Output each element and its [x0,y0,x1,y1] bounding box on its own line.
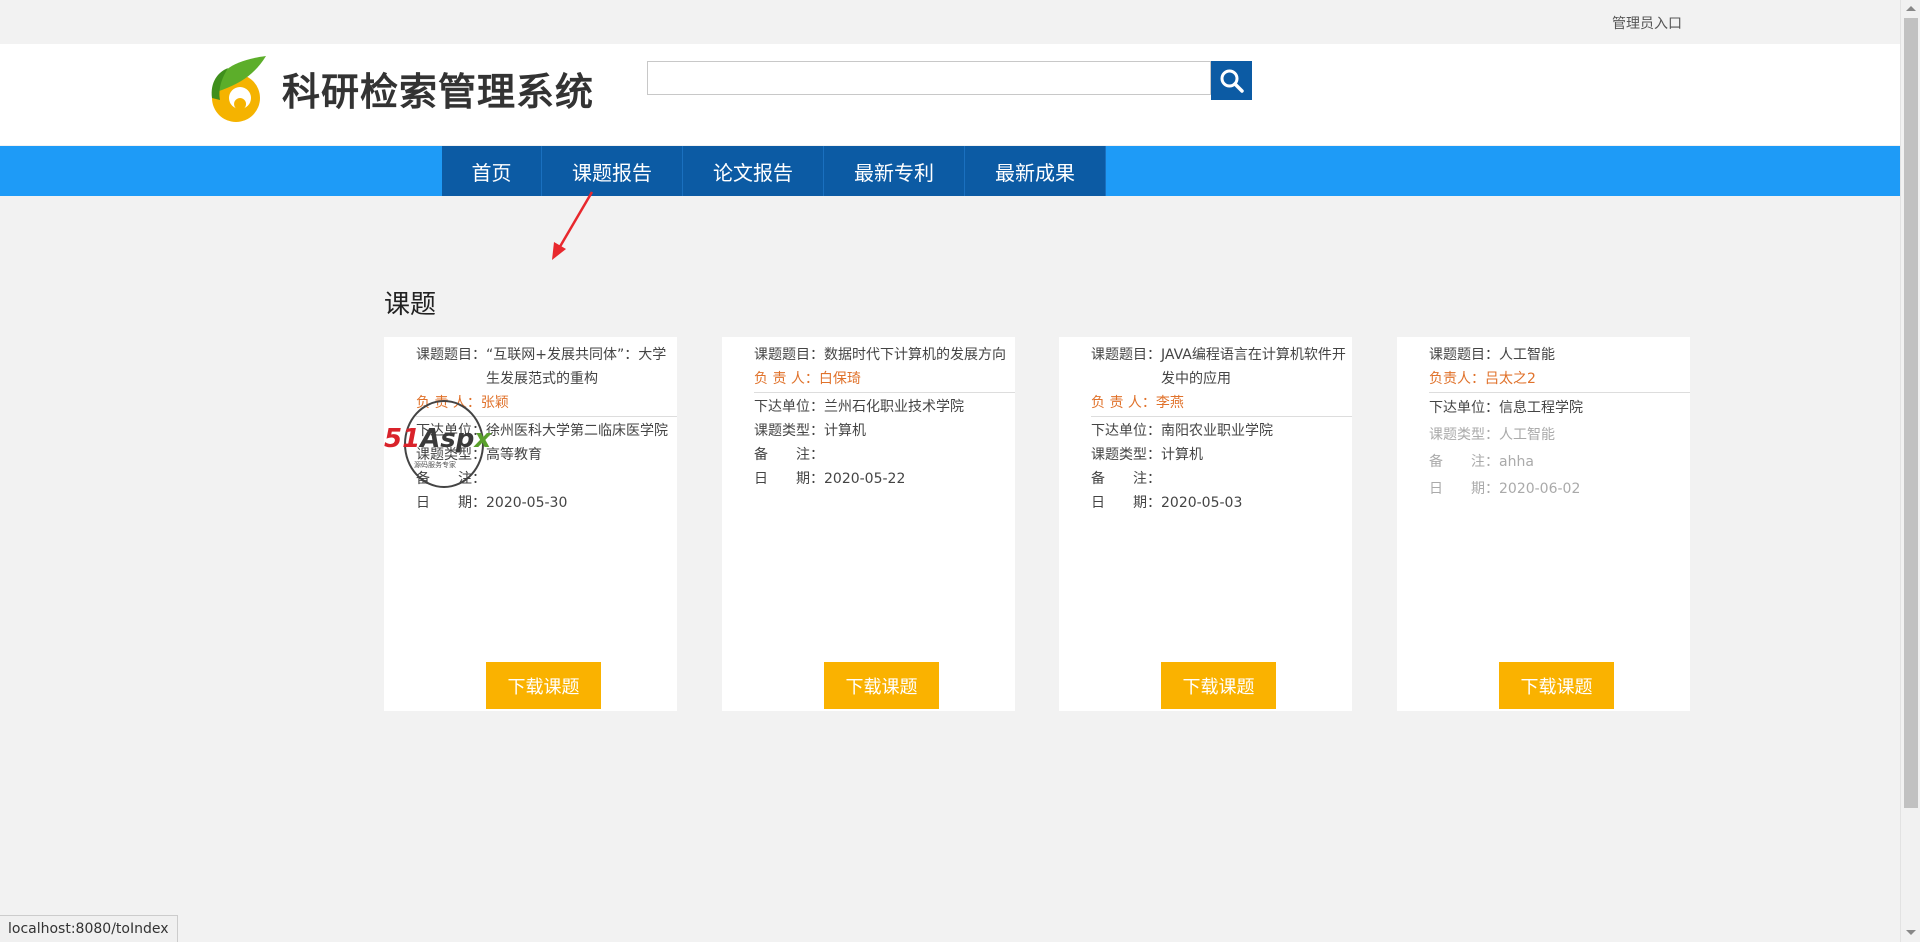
owner-name: 李燕 [1155,395,1184,411]
date-value: 2020-05-22 [824,471,906,487]
type-row: 课题类型： 计算机 [1091,443,1352,467]
note-value: ahha [1499,454,1534,470]
topic-title: 数据时代下计算机的发展方向 [824,347,1006,363]
date-value: 2020-06-02 [1499,481,1581,497]
topic-type: 计算机 [824,423,866,439]
date-row: 日 期： 2020-05-22 [754,467,1015,491]
topic-row: 课题题目： “互联网+发展共同体”：大学生发展范式的重构 [416,343,677,391]
topic-card: 课题题目： 人工智能 负责人： 吕太之2 下达单位： 信息工程学院 课题类型： 人工智能… [1397,337,1690,711]
unit-name: 南阳农业职业学院 [1161,423,1273,439]
nav-latest-results[interactable]: 最新成果 [965,146,1106,196]
date-value: 2020-05-30 [486,495,568,511]
search-button[interactable] [1211,61,1252,100]
owner-row: 负 责 人： 李燕 [1091,391,1352,417]
owner-name: 张颖 [480,395,509,411]
scroll-down-icon[interactable] [1906,930,1916,935]
note-row: 备 注： [754,443,1015,467]
type-row: 课题类型： 计算机 [754,419,1015,443]
note-row: 备 注： ahha [1429,450,1690,474]
logo-text: 科研检索管理系统 [282,68,595,114]
topic-type: 人工智能 [1499,427,1555,443]
search-input[interactable] [647,61,1211,95]
unit-name: 信息工程学院 [1499,400,1583,416]
download-topic-button[interactable]: 下载课题 [486,662,601,709]
top-bar: 管理员入口 [0,0,1900,44]
vertical-scrollbar[interactable] [1900,0,1920,942]
topic-row: 课题题目： 数据时代下计算机的发展方向 [754,343,1015,367]
nav-latest-patents[interactable]: 最新专利 [824,146,965,196]
type-row: 课题类型： 人工智能 [1429,423,1690,447]
owner-row: 负责人： 吕太之2 [1429,367,1690,393]
topic-card: 课题题目： “互联网+发展共同体”：大学生发展范式的重构 负 责 人： 张颖 下达单… [384,337,677,711]
search-icon [1220,69,1244,93]
note-row: 备 注： [416,467,677,491]
unit-row: 下达单位： 兰州石化职业技术学院 [754,395,1015,419]
note-value [1161,467,1352,491]
unit-row: 下达单位： 徐州医科大学第二临床医学院 [416,419,677,443]
topic-row: 课题题目： JAVA编程语言在计算机软件开发中的应用 [1091,343,1352,391]
owner-row: 负 责 人： 张颖 [416,391,677,417]
unit-name: 徐州医科大学第二临床医学院 [486,423,668,439]
unit-name: 兰州石化职业技术学院 [824,399,964,415]
unit-row: 下达单位： 南阳农业职业学院 [1091,419,1352,443]
note-value [486,467,677,491]
download-topic-button[interactable]: 下载课题 [824,662,939,709]
date-value: 2020-05-03 [1161,495,1243,511]
unit-row: 下达单位： 信息工程学院 [1429,396,1690,420]
topic-card: 课题题目： 数据时代下计算机的发展方向 负 责 人： 白保琦 下达单位： 兰州石化职业… [722,337,1015,711]
nav-topic-reports[interactable]: 课题报告 [542,146,683,196]
date-row: 日 期： 2020-05-30 [416,491,677,515]
note-value [824,443,1015,467]
date-row: 日 期： 2020-05-03 [1091,491,1352,515]
download-topic-button[interactable]: 下载课题 [1161,662,1276,709]
owner-row: 负 责 人： 白保琦 [754,367,1015,393]
logo[interactable]: 科研检索管理系统 [204,52,624,124]
status-bar-url: localhost:8080/toIndex [0,915,178,942]
nav-paper-reports[interactable]: 论文报告 [683,146,824,196]
note-row: 备 注： [1091,467,1352,491]
download-topic-button[interactable]: 下载课题 [1499,662,1614,709]
section-title: 课题 [384,290,437,320]
topic-type: 计算机 [1161,447,1203,463]
scroll-up-icon[interactable] [1906,6,1916,11]
logo-icon [211,56,266,122]
topic-type: 高等教育 [486,447,542,463]
topic-card: 课题题目： JAVA编程语言在计算机软件开发中的应用 负 责 人： 李燕 下达单位：… [1059,337,1352,711]
scrollbar-thumb[interactable] [1904,18,1918,808]
nav-home[interactable]: 首页 [442,146,542,196]
annotation-arrow [552,191,594,260]
topic-title: “互联网+发展共同体”：大学生发展范式的重构 [486,347,667,387]
main-nav: 首页 课题报告 论文报告 最新专利 最新成果 [0,146,1900,196]
admin-login-link[interactable]: 管理员入口 [1612,13,1682,33]
owner-name: 吕太之2 [1485,371,1536,387]
topic-row: 课题题目： 人工智能 [1429,343,1690,367]
owner-name: 白保琦 [818,371,861,387]
topic-title: 人工智能 [1499,347,1555,363]
date-row: 日 期： 2020-06-02 [1429,477,1690,501]
topic-title: JAVA编程语言在计算机软件开发中的应用 [1161,347,1346,387]
type-row: 课题类型： 高等教育 [416,443,677,467]
